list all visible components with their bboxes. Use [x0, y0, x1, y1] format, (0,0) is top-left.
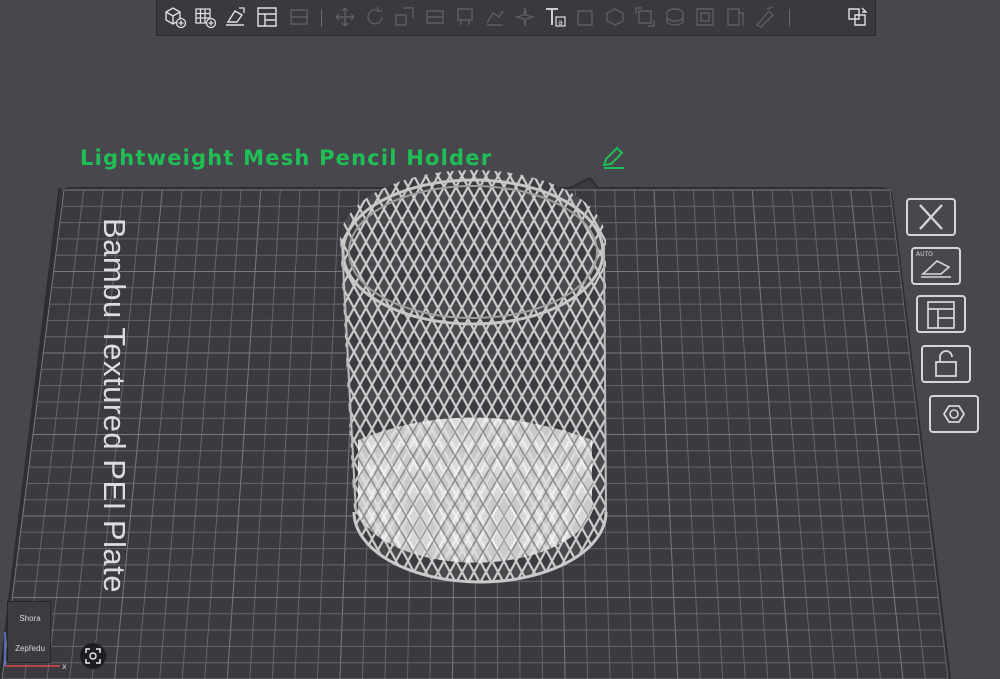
- sort-icon[interactable]: [845, 5, 869, 29]
- arrange-plate-icon[interactable]: [916, 295, 966, 335]
- multi-material-icon[interactable]: [753, 5, 777, 29]
- seam-paint-icon[interactable]: [483, 5, 507, 29]
- lock-plate-icon[interactable]: [921, 345, 971, 385]
- svg-text:a: a: [558, 18, 563, 27]
- axes-indicator: x: [4, 632, 67, 671]
- pencil-holder-model[interactable]: [340, 170, 608, 584]
- brim-ear-icon[interactable]: [723, 5, 747, 29]
- plate-settings-icon[interactable]: [929, 395, 979, 435]
- view-top-label[interactable]: Shora: [8, 614, 52, 623]
- toolbar-separator: [321, 9, 322, 27]
- plate-name-label: Bambu Textured PEI Plate: [97, 218, 132, 594]
- variable-layer-icon[interactable]: [693, 5, 717, 29]
- text-icon[interactable]: a: [543, 5, 567, 29]
- plate-title: Lightweight Mesh Pencil Holder: [80, 146, 493, 170]
- rotate-icon[interactable]: [363, 5, 387, 29]
- orient-icon[interactable]: [223, 5, 247, 29]
- 3d-viewport[interactable]: [0, 0, 1000, 679]
- close-plate-icon[interactable]: [906, 198, 956, 238]
- axis-x-label: x: [62, 662, 67, 671]
- fit-view-icon[interactable]: [80, 643, 106, 669]
- top-toolbar: a: [156, 0, 876, 36]
- scale-icon[interactable]: [393, 5, 417, 29]
- layout-icon[interactable]: [255, 5, 279, 29]
- measure-icon[interactable]: [513, 5, 537, 29]
- auto-orient-icon[interactable]: AUTO: [911, 247, 961, 287]
- split-icon[interactable]: [287, 5, 311, 29]
- mesh-boolean-icon[interactable]: [603, 5, 627, 29]
- assembly-icon[interactable]: [633, 5, 657, 29]
- support-paint-icon[interactable]: [453, 5, 477, 29]
- grid-arrange-icon[interactable]: [193, 5, 217, 29]
- color-paint-icon[interactable]: [663, 5, 687, 29]
- edit-pencil-icon[interactable]: [600, 146, 626, 170]
- toolbar-separator: [789, 9, 790, 27]
- emboss-icon[interactable]: [573, 5, 597, 29]
- cut-icon[interactable]: [423, 5, 447, 29]
- auto-label: AUTO: [916, 251, 933, 258]
- move-icon[interactable]: [333, 5, 357, 29]
- add-cube-icon[interactable]: [163, 5, 187, 29]
